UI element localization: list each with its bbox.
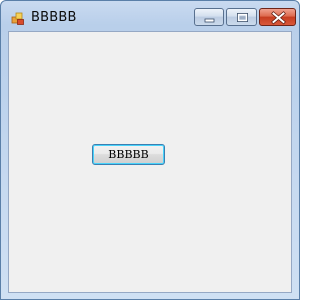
close-icon	[271, 11, 286, 25]
bbbbb-button[interactable]: BBBBB	[92, 144, 165, 165]
minimize-button[interactable]	[194, 8, 224, 26]
minimize-icon	[204, 18, 215, 23]
title-bar[interactable]: BBBBB	[1, 1, 299, 32]
windows-form-icon[interactable]	[11, 11, 25, 25]
window-title: BBBBB	[31, 10, 77, 25]
maximize-button[interactable]	[226, 8, 257, 26]
close-button[interactable]	[259, 8, 296, 26]
maximize-icon	[237, 13, 248, 22]
